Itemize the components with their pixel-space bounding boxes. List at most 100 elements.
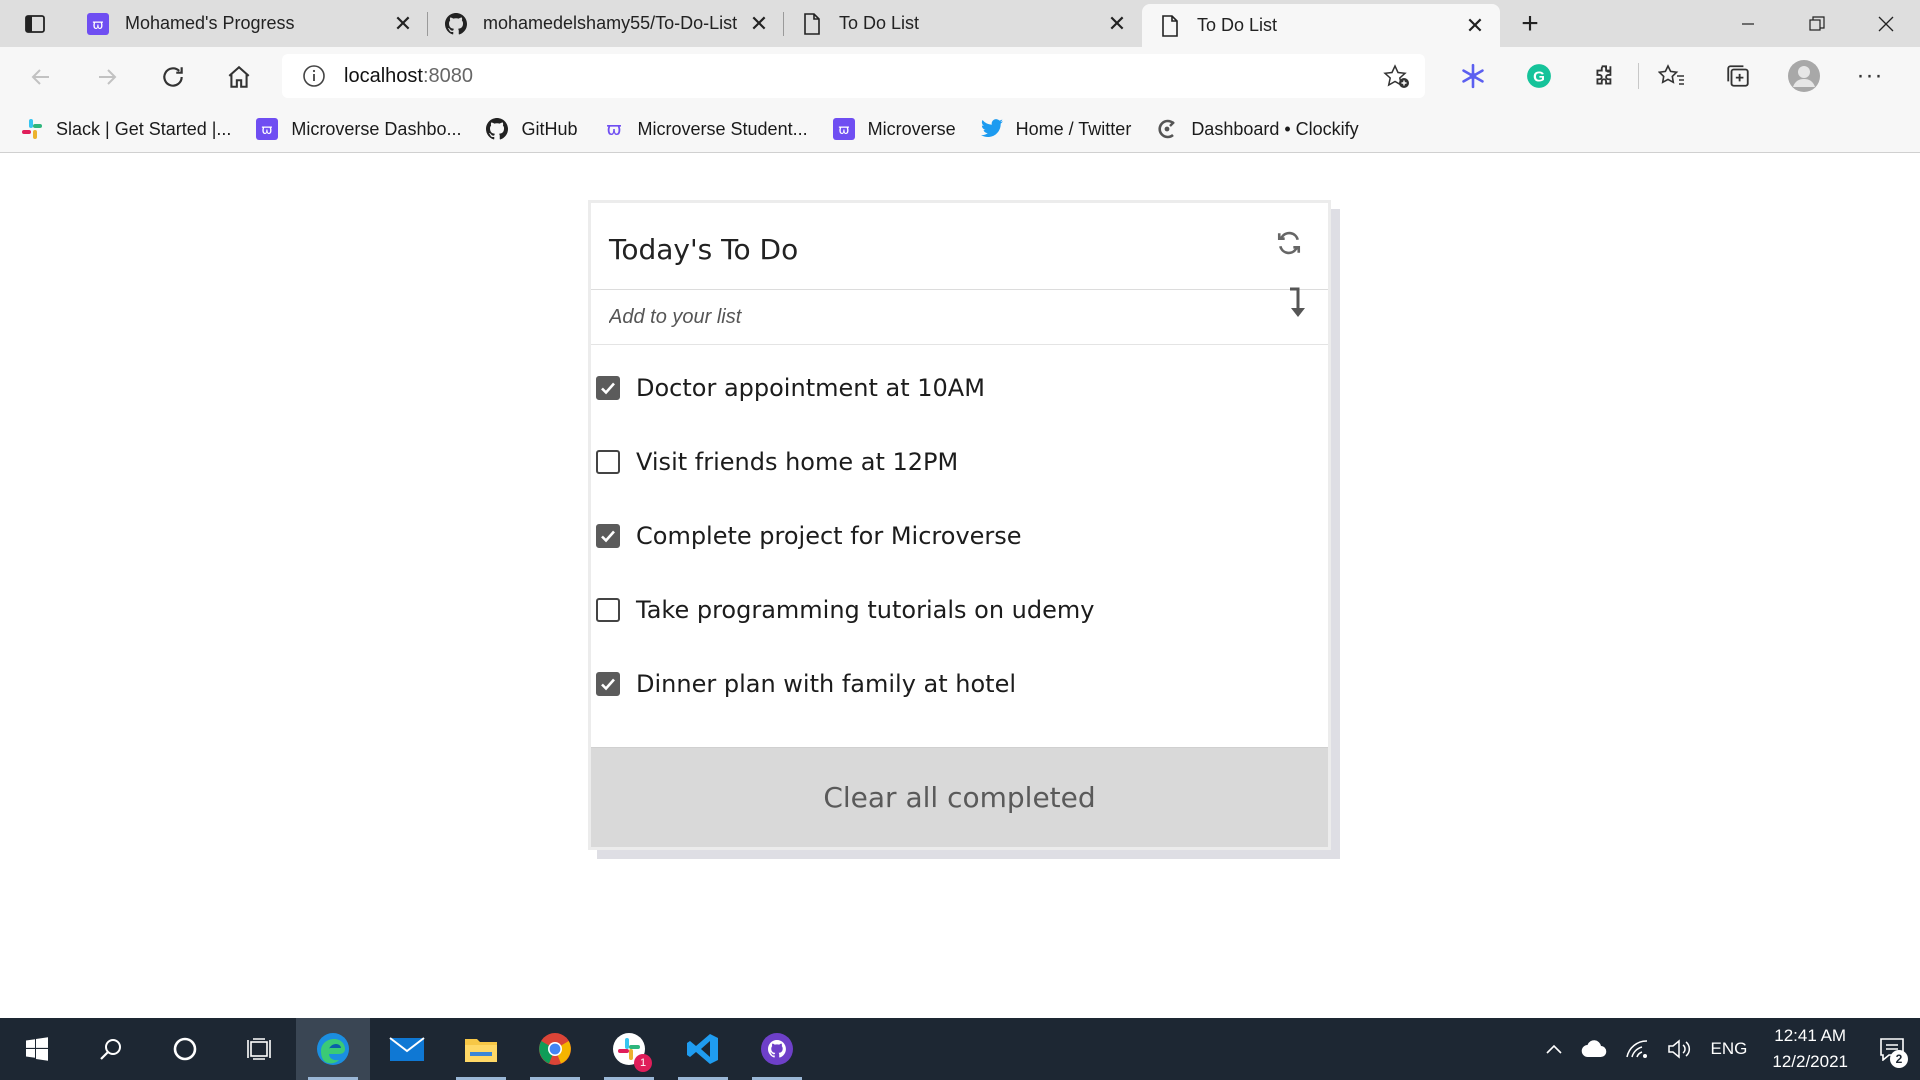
url-port: :8080 — [422, 64, 473, 87]
more-icon: ··· — [1856, 62, 1884, 89]
github-desktop-taskbar-button[interactable] — [740, 1018, 814, 1080]
address-bar[interactable]: localhost:8080 — [282, 54, 1425, 98]
forward-button[interactable] — [74, 55, 140, 99]
tab-to-do-list-active[interactable]: To Do List ✕ — [1142, 4, 1500, 47]
item-checkbox[interactable] — [596, 598, 620, 622]
cortana-icon — [173, 1037, 197, 1061]
enter-button[interactable] — [1286, 286, 1308, 325]
volume-button[interactable] — [1658, 1018, 1702, 1080]
item-checkbox[interactable] — [596, 376, 620, 400]
slack-badge: 1 — [634, 1054, 652, 1072]
bookmark-slack[interactable]: Slack | Get Started |... — [20, 117, 231, 141]
bookmarks-bar: Slack | Get Started |... ϖ Microverse Da… — [0, 106, 1920, 153]
item-text[interactable]: Doctor appointment at 10AM — [636, 374, 985, 402]
clear-completed-button[interactable]: Clear all completed — [591, 747, 1328, 847]
twitter-icon — [980, 117, 1004, 141]
tab-title: To Do List — [839, 13, 920, 33]
enter-arrow-icon — [1290, 287, 1305, 317]
tab-title: To Do List — [1197, 15, 1278, 35]
show-hidden-icons-button[interactable] — [1536, 1018, 1572, 1080]
file-explorer-taskbar-button[interactable] — [444, 1018, 518, 1080]
item-text[interactable]: Take programming tutorials on udemy — [636, 596, 1094, 624]
bookmark-twitter[interactable]: Home / Twitter — [980, 117, 1132, 141]
github-icon — [445, 12, 467, 35]
info-icon[interactable] — [302, 64, 326, 88]
task-view-button[interactable] — [222, 1018, 296, 1080]
close-icon[interactable]: ✕ — [392, 11, 414, 36]
extensions-button[interactable] — [1572, 54, 1638, 98]
avatar-icon — [1788, 60, 1820, 92]
minimize-button[interactable] — [1713, 0, 1782, 47]
extension-snowflake-button[interactable] — [1440, 54, 1506, 98]
todo-list: Doctor appointment at 10AM Visit friends… — [591, 345, 1328, 721]
window-controls — [1713, 0, 1920, 47]
url-text[interactable]: localhost:8080 — [344, 65, 473, 88]
page-title: Today's To Do — [609, 232, 799, 266]
favorites-list-icon — [1658, 64, 1684, 85]
item-text[interactable]: Complete project for Microverse — [636, 522, 1022, 550]
tab-actions-button[interactable] — [0, 0, 70, 47]
bookmark-label: Dashboard • Clockify — [1191, 118, 1359, 139]
tab-github-repo[interactable]: mohamedelshamy55/To-Do-List ✕ — [428, 0, 784, 47]
favorites-button[interactable] — [1639, 54, 1705, 98]
close-icon[interactable]: ✕ — [1106, 11, 1128, 36]
new-tab-button[interactable]: + — [1500, 0, 1560, 47]
bookmark-label: Home / Twitter — [1015, 118, 1132, 139]
collections-button[interactable] — [1705, 54, 1771, 98]
edge-icon — [317, 1033, 349, 1065]
bookmark-microverse[interactable]: ϖ Microverse — [832, 117, 956, 141]
tab-actions-icon — [25, 14, 45, 33]
svg-text:ϖ: ϖ — [262, 123, 273, 138]
item-checkbox[interactable] — [596, 672, 620, 696]
github-icon — [485, 117, 509, 141]
onedrive-button[interactable] — [1572, 1018, 1616, 1080]
slack-taskbar-button[interactable]: 1 — [592, 1018, 666, 1080]
item-checkbox[interactable] — [596, 450, 620, 474]
reload-button[interactable] — [140, 55, 206, 99]
add-item-input[interactable] — [609, 305, 1209, 329]
close-window-button[interactable] — [1851, 0, 1920, 47]
microverse-outline-icon: ϖ — [602, 117, 626, 141]
tab-mohameds-progress[interactable]: ϖ Mohamed's Progress ✕ — [70, 0, 428, 47]
back-button[interactable] — [8, 55, 74, 99]
cortana-button[interactable] — [148, 1018, 222, 1080]
bookmark-microverse-dashboard[interactable]: ϖ Microverse Dashbo... — [255, 117, 461, 141]
notification-count-badge: 2 — [1890, 1050, 1908, 1068]
chrome-taskbar-button[interactable] — [518, 1018, 592, 1080]
mail-taskbar-button[interactable] — [370, 1018, 444, 1080]
refresh-button[interactable] — [1272, 226, 1306, 260]
list-item: Doctor appointment at 10AM — [591, 351, 1328, 425]
profile-button[interactable] — [1771, 54, 1837, 98]
folder-icon — [465, 1039, 497, 1062]
vscode-taskbar-button[interactable] — [666, 1018, 740, 1080]
close-icon[interactable]: ✕ — [1464, 13, 1486, 38]
settings-more-button[interactable]: ··· — [1837, 54, 1903, 98]
clock[interactable]: 12:41 AM 12/2/2021 — [1756, 1023, 1864, 1075]
clock-date: 12/2/2021 — [1772, 1052, 1848, 1071]
grammarly-button[interactable]: G — [1506, 54, 1572, 98]
puzzle-icon — [1596, 65, 1612, 85]
home-button[interactable] — [206, 55, 272, 99]
notifications-button[interactable]: 2 — [1864, 1018, 1920, 1080]
network-button[interactable] — [1616, 1018, 1658, 1080]
item-text[interactable]: Visit friends home at 12PM — [636, 448, 958, 476]
bookmark-microverse-student[interactable]: ϖ Microverse Student... — [602, 117, 808, 141]
list-item: Complete project for Microverse — [591, 499, 1328, 573]
tab-to-do-list[interactable]: To Do List ✕ — [784, 0, 1142, 47]
task-view-icon — [247, 1038, 271, 1060]
list-item: Dinner plan with family at hotel — [591, 647, 1328, 721]
language-indicator[interactable]: ENG — [1702, 1018, 1757, 1080]
bookmark-clockify[interactable]: Dashboard • Clockify — [1155, 117, 1359, 141]
svg-text:ϖ: ϖ — [93, 18, 104, 33]
item-checkbox[interactable] — [596, 524, 620, 548]
edge-taskbar-button[interactable] — [296, 1018, 370, 1080]
bookmark-github[interactable]: GitHub — [485, 117, 578, 141]
start-button[interactable] — [0, 1018, 74, 1080]
browser-tab-bar: ϖ Mohamed's Progress ✕ mohamedelshamy55/… — [0, 0, 1920, 47]
close-icon[interactable]: ✕ — [748, 11, 770, 36]
add-favorite-button[interactable] — [1383, 64, 1411, 95]
clockify-icon — [1155, 117, 1179, 141]
search-button[interactable] — [74, 1018, 148, 1080]
item-text[interactable]: Dinner plan with family at hotel — [636, 670, 1016, 698]
restore-button[interactable] — [1782, 0, 1851, 47]
